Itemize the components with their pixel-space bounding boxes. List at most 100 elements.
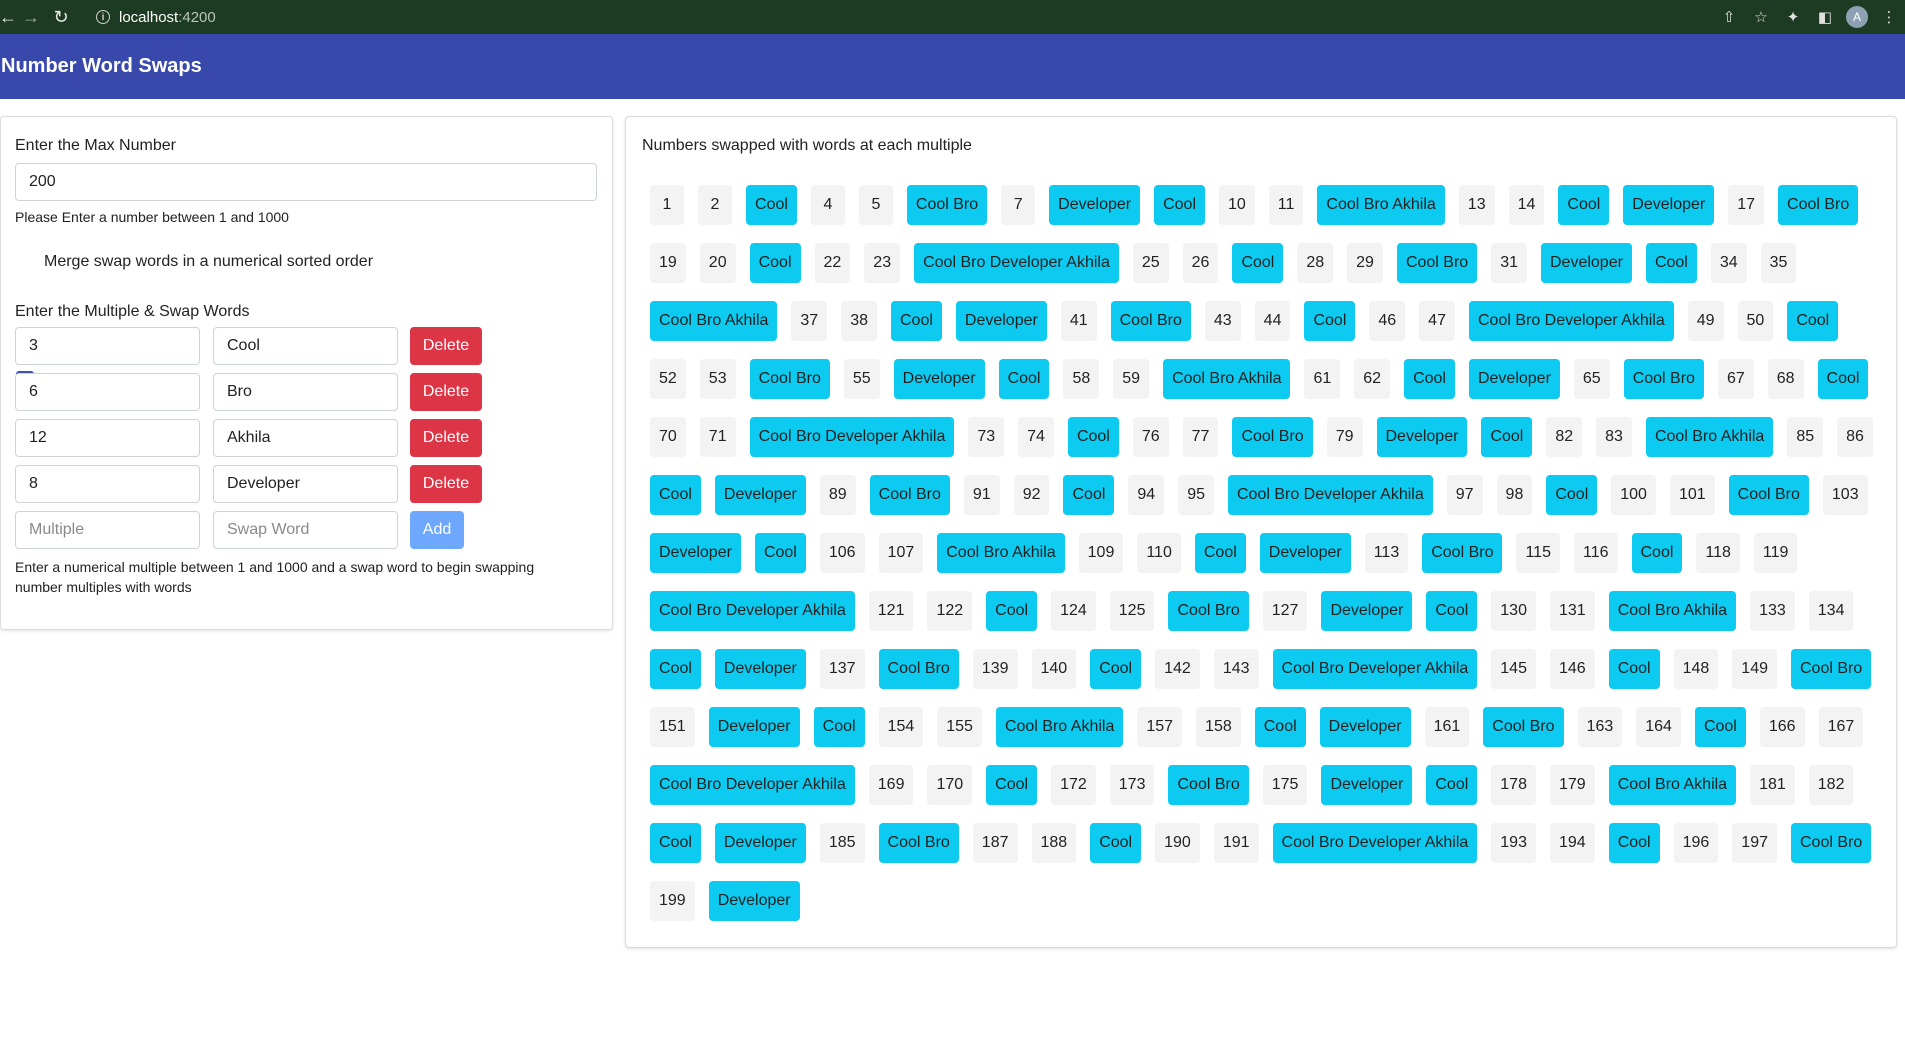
swap-word-chip: Cool	[1645, 243, 1697, 283]
number-chip: 89	[819, 475, 856, 515]
number-chip: 67	[1717, 359, 1754, 399]
results-title: Numbers swapped with words at each multi…	[642, 137, 972, 154]
delete-button[interactable]: Delete	[410, 373, 482, 411]
swap-word-chip: Cool Bro	[749, 359, 830, 399]
delete-button[interactable]: Delete	[410, 327, 482, 365]
number-chip: 164	[1636, 707, 1681, 747]
number-chip: 74	[1018, 417, 1054, 457]
swap-word-chip: Cool Bro	[1110, 301, 1191, 341]
swap-word-chip: Cool	[986, 591, 1038, 631]
swap-word-chip: Cool Bro Akhila	[995, 707, 1124, 747]
swap-word-input[interactable]: Akhila	[213, 419, 398, 457]
browser-menu-icon[interactable]: ⋮	[1873, 0, 1905, 34]
number-chip: 94	[1128, 475, 1165, 515]
number-chip: 131	[1549, 591, 1595, 631]
swap-word-input[interactable]: Bro	[213, 373, 398, 411]
number-chip: 169	[868, 765, 914, 805]
swap-word-chip: Cool Bro	[1778, 185, 1859, 225]
number-chip: 127	[1262, 591, 1308, 631]
swap-word-chip: Cool	[813, 707, 865, 747]
site-info-icon[interactable]: i	[96, 10, 110, 24]
profile-avatar[interactable]: A	[1841, 0, 1873, 34]
number-chip: 166	[1759, 707, 1805, 747]
multiples-hint: Enter a numerical multiple between 1 and…	[15, 559, 535, 595]
number-chip: 163	[1577, 707, 1623, 747]
side-panel-icon[interactable]: ◧	[1809, 0, 1841, 34]
delete-button[interactable]: Delete	[410, 419, 482, 457]
number-chip: 19	[650, 243, 686, 283]
number-chip: 193	[1491, 823, 1536, 863]
number-chip: 59	[1113, 359, 1150, 399]
swap-word-chip: Cool	[1558, 185, 1610, 225]
multiple-input[interactable]: 6	[15, 373, 200, 411]
browser-toolbar: ← → ↻ i localhost:4200 ⇧ ☆ ✦ ◧ A ⋮	[0, 0, 1905, 34]
swap-word-chip: Cool	[998, 359, 1050, 399]
number-chip: 55	[843, 359, 880, 399]
swap-word-chip: Cool Bro Akhila	[1317, 185, 1445, 225]
swap-word-chip: Cool Bro	[878, 823, 959, 863]
merge-checkbox-label[interactable]: Merge swap words in a numerical sorted o…	[44, 253, 373, 271]
swap-word-chip: Cool	[650, 823, 701, 863]
back-arrow-icon[interactable]: ←	[0, 0, 17, 34]
delete-button[interactable]: Delete	[410, 465, 482, 503]
number-chip: 125	[1109, 591, 1155, 631]
swap-word-chip: Cool Bro Developer Akhila	[650, 765, 855, 805]
swap-word-chip: Developer	[1623, 185, 1715, 225]
number-chip: 34	[1710, 243, 1747, 283]
new-multiple-input[interactable]: Multiple	[15, 511, 200, 549]
new-swap-word-input[interactable]: Swap Word	[213, 511, 398, 549]
number-chip: 122	[927, 591, 973, 631]
number-chip: 158	[1196, 707, 1241, 747]
number-chip: 146	[1549, 649, 1595, 689]
number-chip: 47	[1419, 301, 1455, 341]
address-bar[interactable]: i localhost:4200	[96, 9, 216, 26]
number-chip: 151	[650, 707, 695, 747]
max-number-input[interactable]: 200	[15, 163, 597, 201]
extensions-puzzle-icon[interactable]: ✦	[1777, 0, 1809, 34]
number-chip: 110	[1137, 533, 1181, 573]
swap-word-chip: Cool Bro	[1791, 649, 1872, 689]
number-chip: 31	[1491, 243, 1527, 283]
swap-word-chip: Developer	[893, 359, 985, 399]
add-button[interactable]: Add	[410, 511, 464, 549]
max-number-hint: Please Enter a number between 1 and 1000	[15, 209, 289, 225]
forward-arrow-icon[interactable]: →	[16, 0, 46, 34]
number-chip: 100	[1611, 475, 1656, 515]
swap-word-chip: Cool Bro Akhila	[1608, 765, 1737, 805]
swap-word-chip: Cool Bro Developer Akhila	[650, 591, 855, 631]
swap-word-chip: Cool	[1608, 823, 1660, 863]
number-chip: 41	[1060, 301, 1097, 341]
swap-word-chip: Cool	[1694, 707, 1746, 747]
share-icon[interactable]: ⇧	[1713, 0, 1745, 34]
number-chip: 71	[699, 417, 736, 457]
reload-icon[interactable]: ↻	[46, 0, 76, 34]
number-chip: 37	[791, 301, 828, 341]
number-chip: 91	[963, 475, 1000, 515]
number-chip: 1	[650, 185, 684, 225]
multiple-input[interactable]: 8	[15, 465, 200, 503]
number-chip: 17	[1728, 185, 1765, 225]
multiple-input[interactable]: 3	[15, 327, 200, 365]
number-chip: 49	[1687, 301, 1724, 341]
number-chip: 20	[699, 243, 736, 283]
number-chip: 134	[1808, 591, 1854, 631]
swap-word-chip: Cool Bro	[1422, 533, 1503, 573]
swap-word-chip: Developer	[1541, 243, 1632, 283]
number-chip: 187	[972, 823, 1018, 863]
swap-word-input[interactable]: Developer	[213, 465, 398, 503]
number-chip: 115	[1516, 533, 1560, 573]
number-chip: 13	[1458, 185, 1495, 225]
number-chip: 62	[1354, 359, 1391, 399]
number-chip: 194	[1549, 823, 1595, 863]
multiple-input[interactable]: 12	[15, 419, 200, 457]
swap-word-chip: Developer	[1321, 765, 1413, 805]
number-chip: 22	[814, 243, 851, 283]
number-chip: 190	[1155, 823, 1200, 863]
swap-word-chip: Cool Bro Developer Akhila	[1272, 823, 1478, 863]
swap-word-chip: Cool	[1817, 359, 1869, 399]
bookmark-star-icon[interactable]: ☆	[1745, 0, 1777, 34]
swap-word-input[interactable]: Cool	[213, 327, 398, 365]
swap-word-chip: Developer	[1321, 591, 1413, 631]
swap-word-chip: Cool Bro Akhila	[1163, 359, 1291, 399]
swap-word-chip: Developer	[708, 707, 800, 747]
